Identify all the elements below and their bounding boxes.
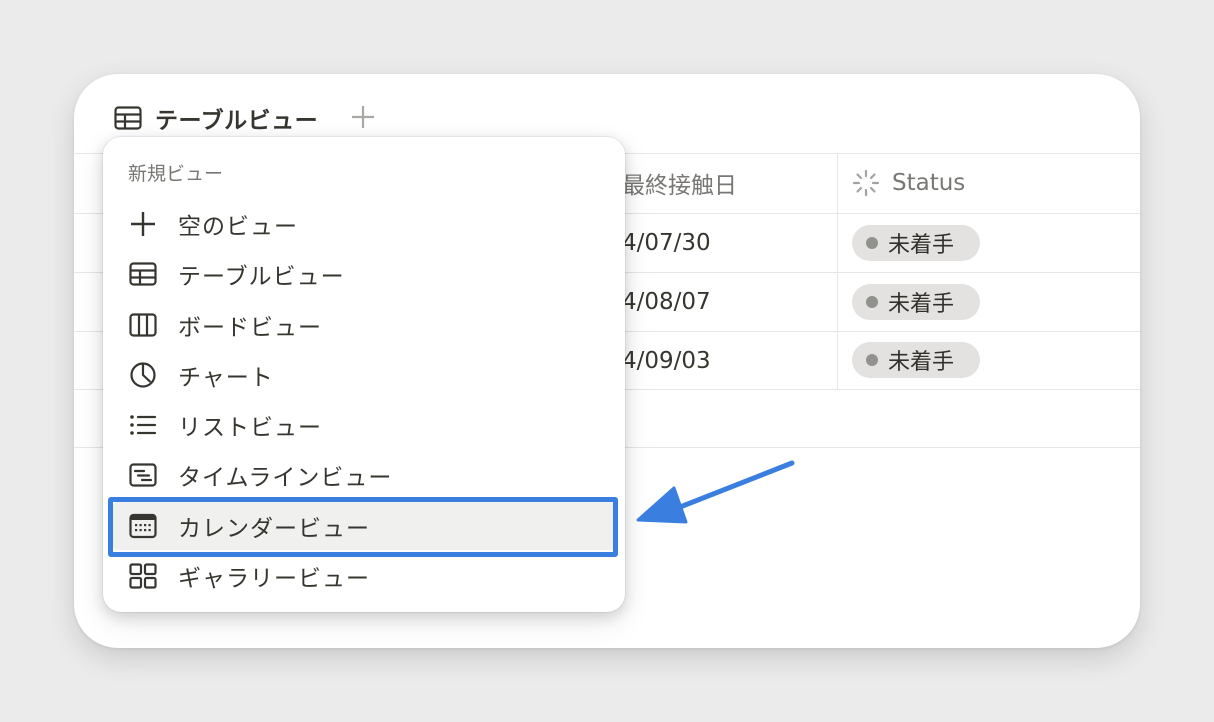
column-header-last-contact[interactable]: 最終接触日 [622,154,737,212]
menu-item-table-view[interactable]: テーブルビュー [112,250,616,298]
status-badge-label: 未着手 [888,292,955,317]
menu-item-gallery-view[interactable]: ギャラリービュー [112,552,616,600]
list-icon [128,410,158,440]
column-divider [837,153,838,389]
menu-item-label: 空のビュー [178,214,298,240]
view-tab-table[interactable]: テーブルビュー [114,100,318,136]
menu-item-label: ギャラリービュー [178,566,370,592]
column-header-status[interactable]: Status [852,154,965,212]
menu-item-list-view[interactable]: リストビュー [112,401,616,449]
column-header-label: 最終接触日 [622,173,737,199]
timeline-icon [128,460,158,490]
menu-item-label: ボードビュー [178,315,322,341]
status-dot [866,237,878,249]
column-header-label: Status [892,170,966,196]
menu-item-label: リストビュー [178,415,322,441]
status-badge[interactable]: 未着手 [852,225,980,261]
status-badge-label: 未着手 [888,233,955,258]
status-badge[interactable]: 未着手 [852,284,980,320]
menu-item-board-view[interactable]: ボードビュー [112,301,616,349]
menu-item-label: テーブルビュー [178,264,345,290]
menu-item-empty-view[interactable]: 空のビュー [112,200,616,248]
annotation-highlight-box [108,497,618,557]
menu-item-timeline-view[interactable]: タイムラインビュー [112,451,616,499]
chart-icon [128,360,158,390]
plus-icon [128,209,158,239]
plus-icon [352,106,374,128]
menu-item-label: チャート [178,365,274,391]
status-dot [866,354,878,366]
view-tab-label: テーブルビュー [155,108,319,134]
status-badge-label: 未着手 [888,350,955,375]
status-dot [866,296,878,308]
annotation-arrow-icon [636,460,795,524]
menu-heading: 新規ビュー [128,163,224,185]
date-cell[interactable]: 4/08/07 [622,273,711,331]
table-icon [114,105,144,131]
date-cell[interactable]: 4/07/30 [622,214,711,272]
board-icon [128,310,158,340]
table-icon [128,259,158,289]
add-view-button[interactable] [348,102,378,132]
status-badge[interactable]: 未着手 [852,342,980,378]
menu-item-label: タイムラインビュー [178,465,393,491]
status-icon [852,169,880,197]
date-cell[interactable]: 4/09/03 [622,332,711,390]
menu-item-chart[interactable]: チャート [112,351,616,399]
gallery-icon [128,561,158,591]
